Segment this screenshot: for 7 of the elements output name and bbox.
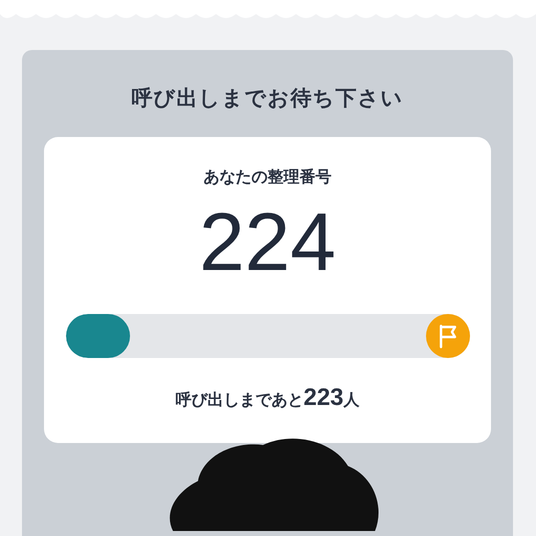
flag-icon [426, 314, 470, 358]
remaining-count: 223 [303, 384, 344, 412]
remaining-label: 呼び出しまであと [175, 390, 304, 411]
ticket-label: あなたの整理番号 [204, 167, 332, 188]
ticket-number: 224 [199, 202, 336, 284]
remaining-unit: 人 [344, 390, 360, 411]
panel-title: 呼び出しまでお待ち下さい [132, 85, 404, 112]
